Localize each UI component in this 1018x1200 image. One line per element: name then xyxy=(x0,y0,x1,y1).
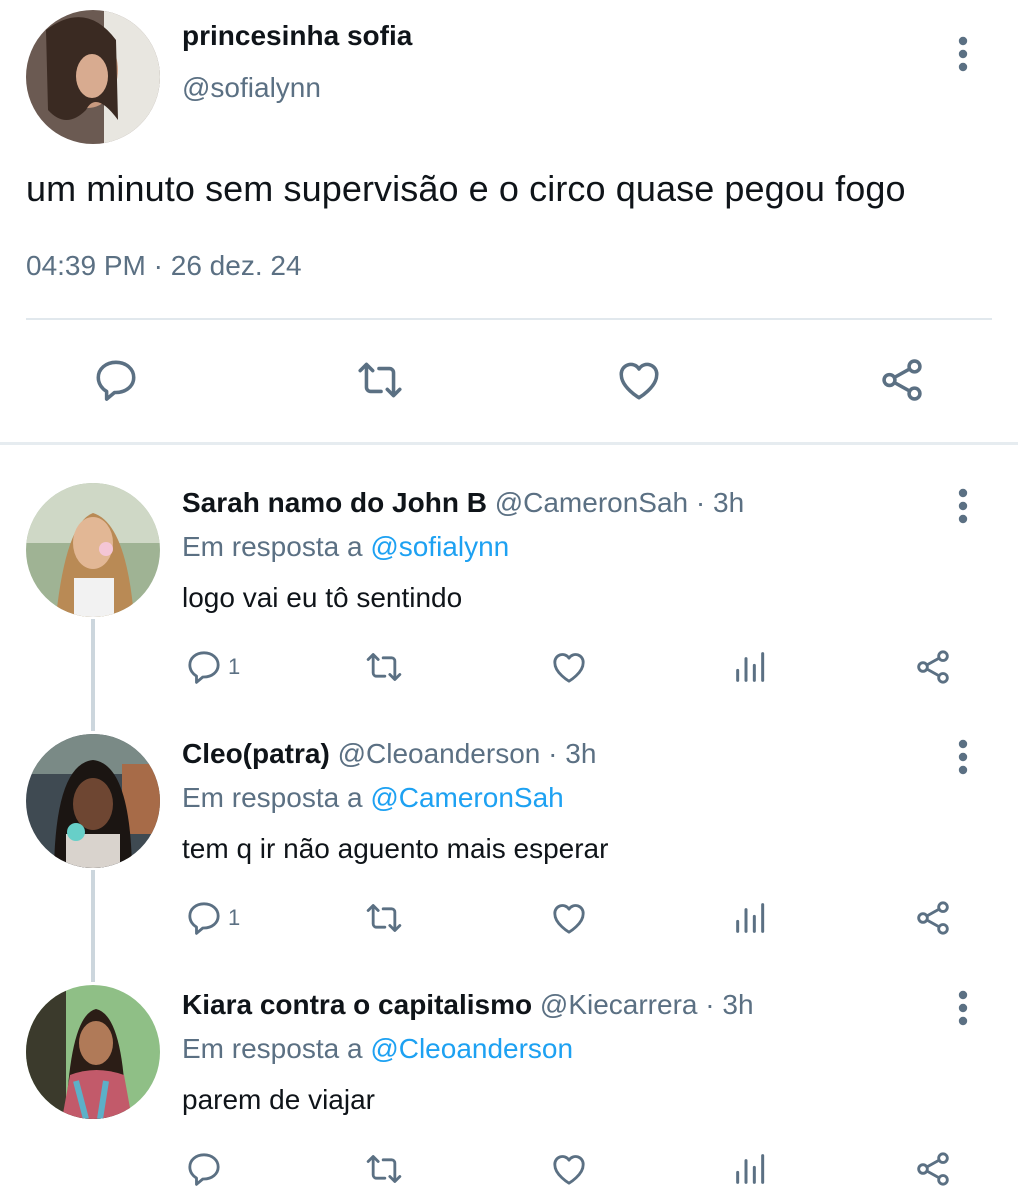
meta-separator: · xyxy=(695,487,706,518)
like-button[interactable] xyxy=(609,350,669,410)
share-icon xyxy=(913,1149,953,1189)
mention-link[interactable]: @CameronSah xyxy=(370,782,563,813)
reply-icon xyxy=(91,355,141,405)
like-button[interactable] xyxy=(549,896,589,940)
reply-actions: 1 xyxy=(0,896,1018,940)
replying-to: Em resposta a @CameronSah xyxy=(182,782,564,814)
retweet-button[interactable] xyxy=(350,350,410,410)
reply-icon xyxy=(184,1149,224,1189)
like-icon xyxy=(549,898,589,938)
reply-prefix: Em resposta a xyxy=(182,782,371,813)
reply-tweet: Sarah namo do John B @CameronSah · 3h Em… xyxy=(0,483,1018,733)
share-button[interactable] xyxy=(913,645,953,689)
reply-time: 3h xyxy=(722,989,754,1020)
reply-actions xyxy=(0,1147,1018,1191)
share-icon xyxy=(913,898,953,938)
reply-time: 3h xyxy=(713,487,745,518)
share-button[interactable] xyxy=(872,350,932,410)
retweet-button[interactable] xyxy=(364,896,404,940)
reply-count: 1 xyxy=(228,905,241,930)
analytics-icon xyxy=(731,898,771,938)
display-name[interactable]: Kiara contra o capitalismo xyxy=(182,989,532,1020)
display-name[interactable]: Sarah namo do John B xyxy=(182,487,487,518)
divider xyxy=(26,318,992,320)
meta-separator: · xyxy=(548,738,558,769)
retweet-button[interactable] xyxy=(364,645,404,689)
reply-button[interactable] xyxy=(184,1147,228,1191)
analytics-icon xyxy=(731,1149,771,1189)
reply-tweet: Cleo(patra) @Cleoanderson · 3h Em respos… xyxy=(0,734,1018,984)
reply-button[interactable]: 1 xyxy=(184,645,240,689)
meta-separator: · xyxy=(705,989,715,1020)
avatar[interactable] xyxy=(26,985,160,1119)
more-options-icon[interactable] xyxy=(957,739,969,775)
more-options-icon[interactable] xyxy=(957,488,969,524)
avatar[interactable] xyxy=(26,734,160,868)
avatar[interactable] xyxy=(26,10,160,144)
analytics-button[interactable] xyxy=(731,1147,771,1191)
reply-button[interactable]: 1 xyxy=(184,896,240,940)
reply-header: Cleo(patra) @Cleoanderson · 3h xyxy=(182,738,596,770)
reply-time: 3h xyxy=(565,738,597,769)
mention-link[interactable]: @sofialynn xyxy=(370,531,509,562)
user-handle[interactable]: @Cleoanderson xyxy=(338,738,541,769)
reply-actions: 1 xyxy=(0,645,1018,689)
reply-header: Kiara contra o capitalismo @Kiecarrera ·… xyxy=(182,989,754,1021)
like-icon xyxy=(549,647,589,687)
share-icon xyxy=(913,647,953,687)
user-handle[interactable]: @Kiecarrera xyxy=(540,989,698,1020)
reply-text: tem q ir não aguento mais esperar xyxy=(182,833,609,864)
replying-to: Em resposta a @sofialynn xyxy=(182,531,509,563)
more-options-icon[interactable] xyxy=(957,36,969,72)
like-button[interactable] xyxy=(549,1147,589,1191)
analytics-icon xyxy=(731,647,771,687)
share-icon xyxy=(877,355,927,405)
tweet-actions xyxy=(0,350,1018,410)
reply-count: 1 xyxy=(228,654,241,679)
retweet-icon xyxy=(364,647,404,687)
like-icon xyxy=(614,355,664,405)
reply-button[interactable] xyxy=(86,350,146,410)
retweet-icon xyxy=(364,1149,404,1189)
like-icon xyxy=(549,1149,589,1189)
like-button[interactable] xyxy=(549,645,589,689)
display-name[interactable]: princesinha sofia xyxy=(182,20,412,52)
user-handle[interactable]: @sofialynn xyxy=(182,72,321,104)
share-button[interactable] xyxy=(913,1147,953,1191)
analytics-button[interactable] xyxy=(731,645,771,689)
avatar[interactable] xyxy=(26,483,160,617)
retweet-icon xyxy=(355,355,405,405)
reply-icon xyxy=(184,647,224,687)
tweet-date: 26 dez. 24 xyxy=(170,250,302,281)
reply-prefix: Em resposta a xyxy=(182,1033,371,1064)
display-name[interactable]: Cleo(patra) xyxy=(182,738,330,769)
reply-icon xyxy=(184,898,224,938)
tweet-text: um minuto sem supervisão e o circo quase… xyxy=(26,168,906,209)
section-divider xyxy=(0,442,1018,445)
reply-text: logo vai eu tô sentindo xyxy=(182,582,463,613)
retweet-icon xyxy=(364,898,404,938)
main-tweet: princesinha sofia @sofialynn um minuto s… xyxy=(0,0,1018,445)
retweet-button[interactable] xyxy=(364,1147,404,1191)
mention-link[interactable]: @Cleoanderson xyxy=(370,1033,573,1064)
more-options-icon[interactable] xyxy=(957,990,969,1026)
reply-tweet: Kiara contra o capitalismo @Kiecarrera ·… xyxy=(0,985,1018,1200)
reply-prefix: Em resposta a xyxy=(182,531,371,562)
tweet-timestamp: 04:39 PM · 26 dez. 24 xyxy=(26,250,302,282)
meta-separator: · xyxy=(153,250,163,281)
replying-to: Em resposta a @Cleoanderson xyxy=(182,1033,573,1065)
reply-header: Sarah namo do John B @CameronSah · 3h xyxy=(182,487,744,519)
share-button[interactable] xyxy=(913,896,953,940)
analytics-button[interactable] xyxy=(731,896,771,940)
user-handle[interactable]: @CameronSah xyxy=(495,487,688,518)
tweet-time: 04:39 PM xyxy=(26,250,146,281)
reply-text: parem de viajar xyxy=(182,1084,375,1115)
